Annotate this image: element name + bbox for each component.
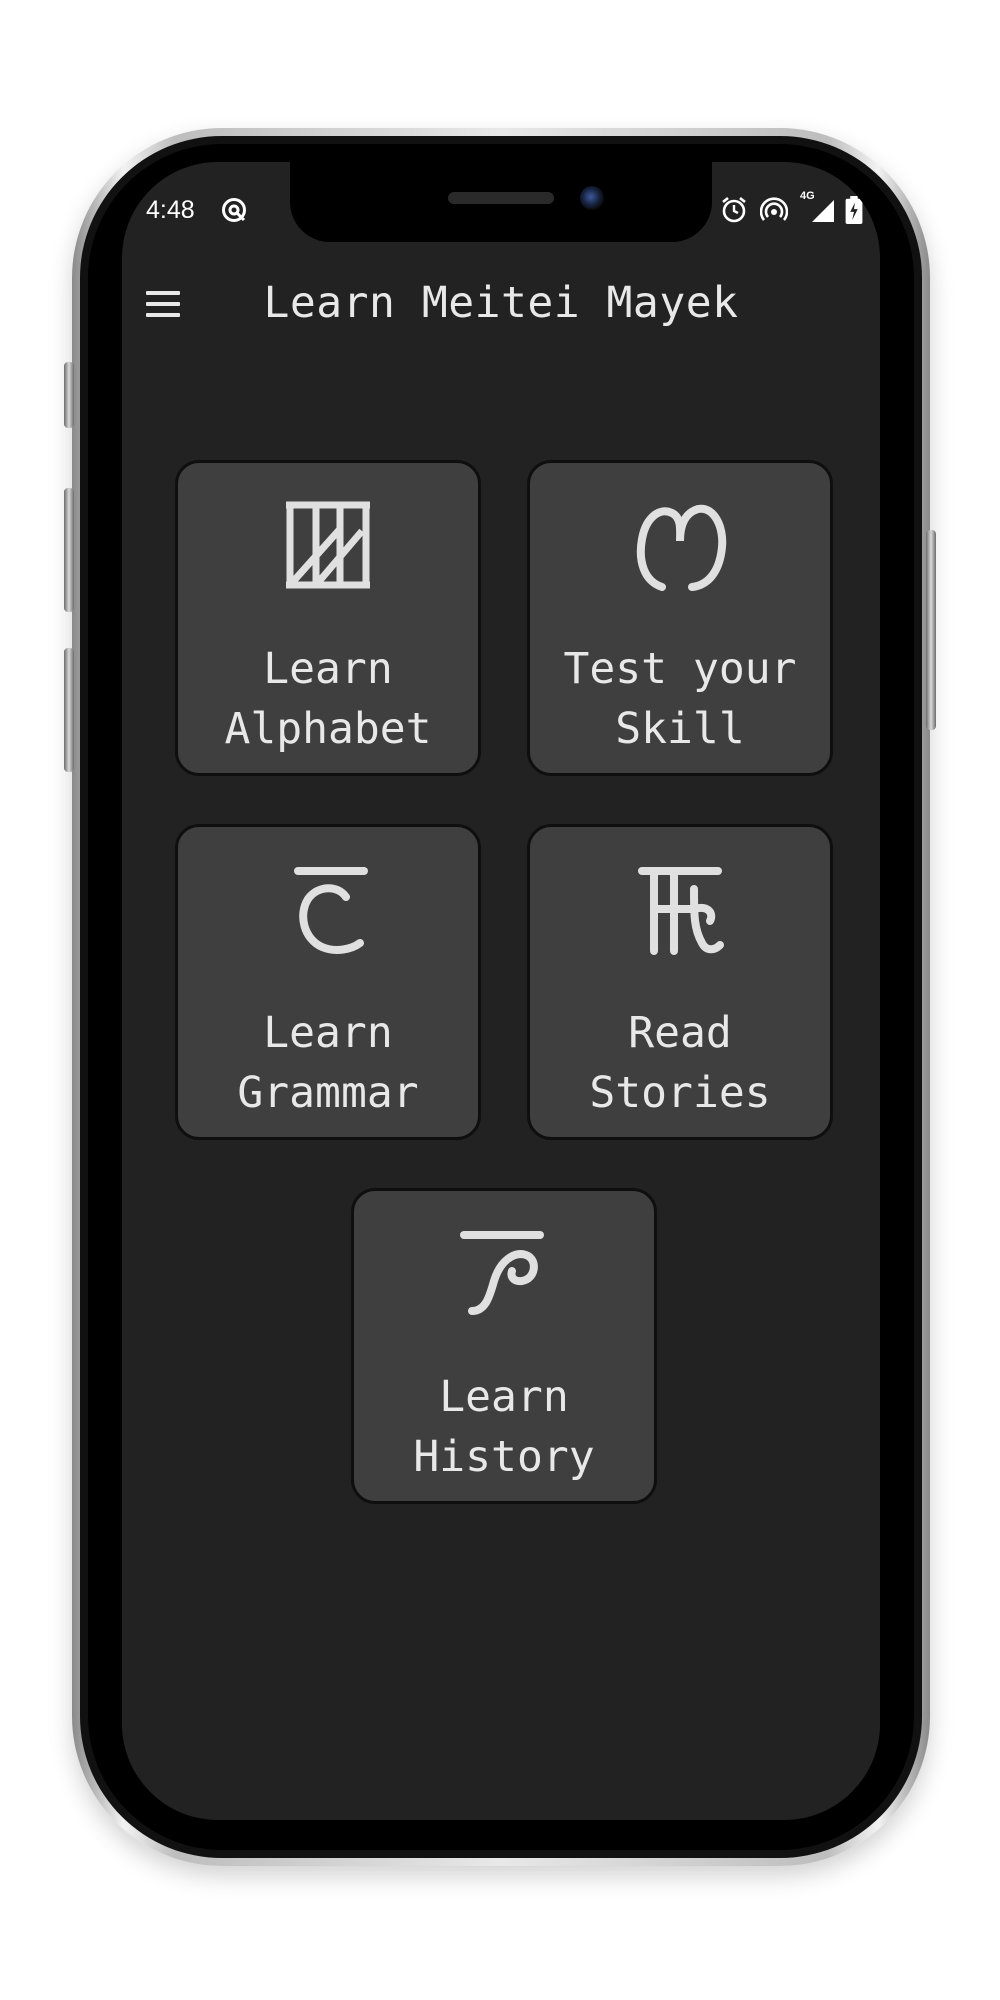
card-label-line1: Learn [263,1008,393,1058]
card-label-line2: Grammar [237,1068,419,1118]
card-label-line2: History [413,1432,595,1482]
power-button [926,530,936,730]
volume-up-button [64,488,74,612]
hotspot-icon [760,197,788,221]
volume-down-button [64,648,74,772]
front-camera [580,186,604,210]
battery-charging-icon [845,196,863,224]
app-title: Learn Meitei Mayek [263,278,739,328]
mute-switch [64,362,74,428]
meitei-letter-lai-icon [294,867,368,954]
meitei-letter-sam-icon [636,504,727,591]
status-time: 4:48 [146,196,195,224]
phone-screen: 4:48 4G Learn Meitei Mayek Learn Alphabe… [122,162,880,1820]
earpiece-speaker [448,192,554,204]
test-your-skill-card[interactable]: Test your Skill [527,460,833,776]
notch [290,162,712,242]
alarm-icon [722,196,746,223]
sync-icon [222,198,246,222]
stage: 4:48 4G Learn Meitei Mayek Learn Alphabe… [0,0,1000,2000]
learn-alphabet-card[interactable]: Learn Alphabet [175,460,481,776]
learn-grammar-card[interactable]: Learn Grammar [175,824,481,1140]
meitei-letter-pa-icon [460,1231,544,1315]
card-label-line1: Learn [439,1372,569,1422]
card-label-line1: Test your [563,644,797,694]
learn-history-card[interactable]: Learn History [351,1188,657,1504]
card-label-line2: Alphabet [224,704,432,754]
card-label-line2: Stories [589,1068,771,1118]
meitei-letter-mit-icon [638,867,724,955]
card-label-line2: Skill [615,704,745,754]
signal-icon [812,200,834,222]
card-label-line1: Read [628,1008,732,1058]
meitei-letter-kok-icon [286,501,370,589]
card-label-line1: Learn [263,644,393,694]
read-stories-card[interactable]: Read Stories [527,824,833,1140]
